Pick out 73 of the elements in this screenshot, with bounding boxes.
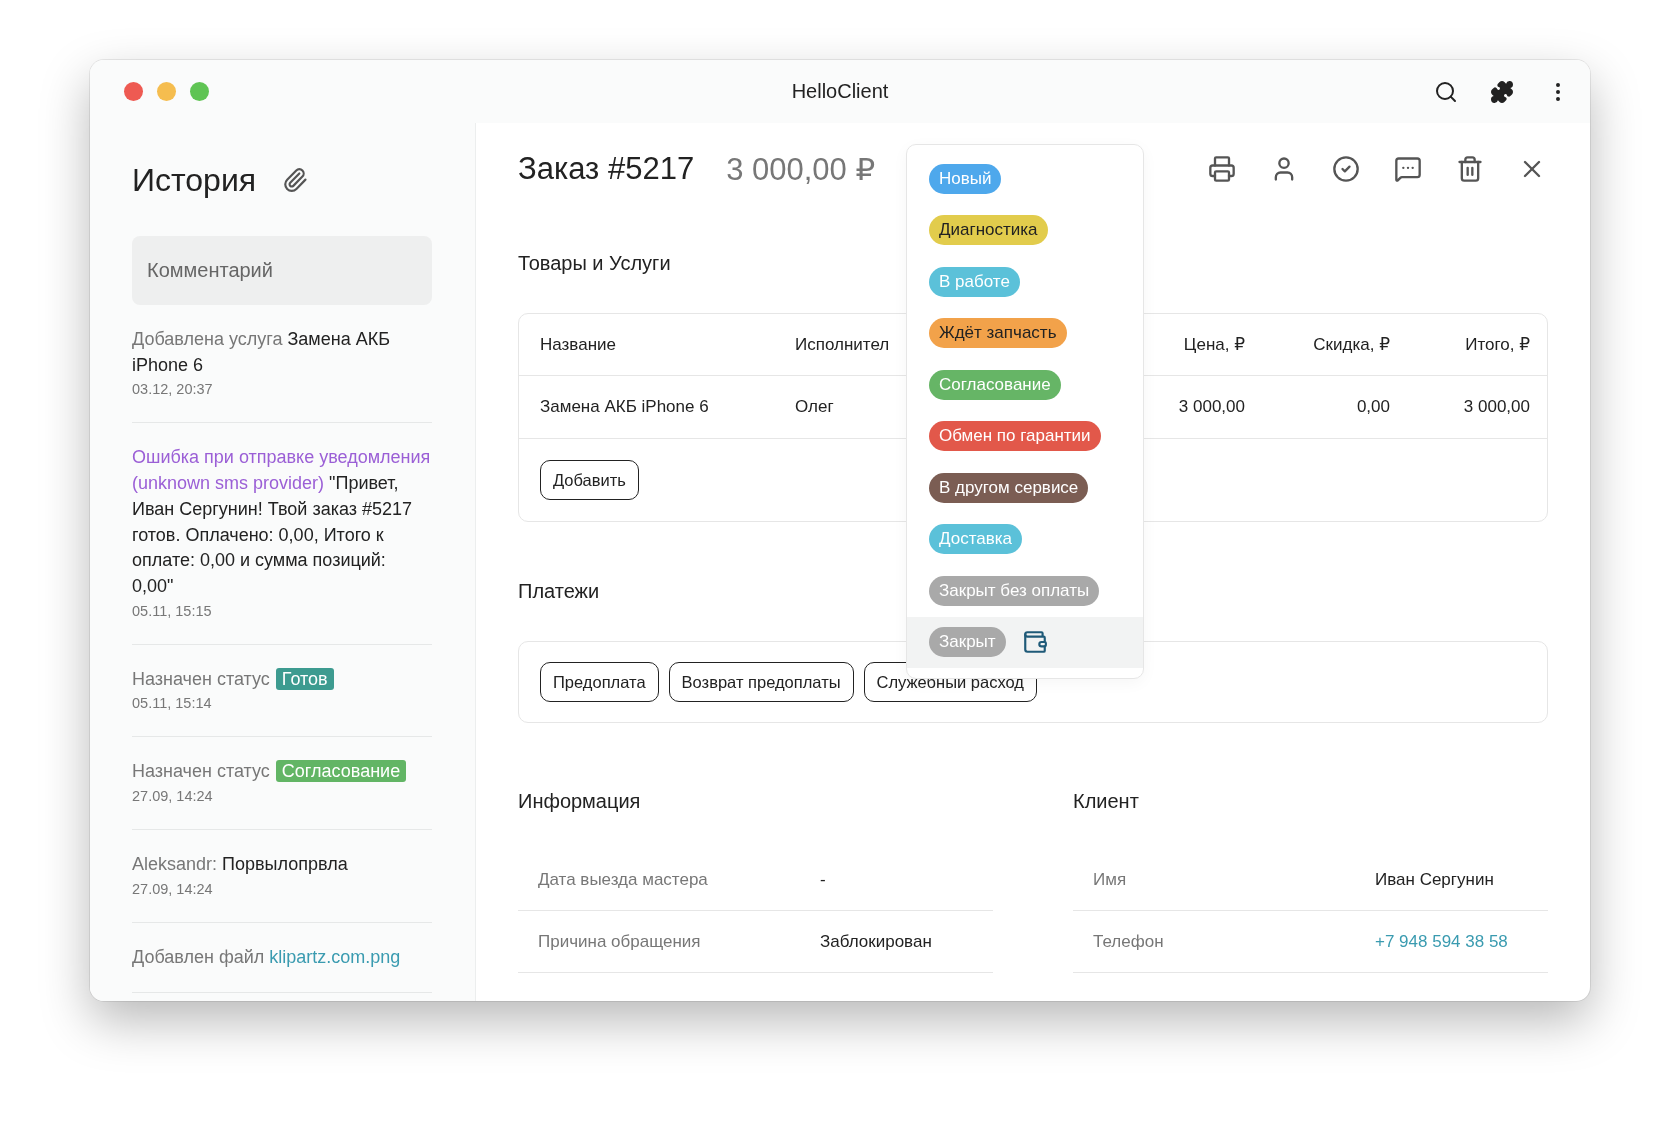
phone-link[interactable]: +7 948 594 38 58 (1375, 931, 1548, 952)
status-option[interactable]: В другом сервисе (907, 462, 1143, 514)
status-option[interactable]: Согласование (907, 359, 1143, 411)
table-cell-text: Замена АКБ iPhone 6 (540, 397, 710, 417)
field-value: Заблокирован (820, 931, 933, 952)
history-text: Назначен статус (132, 761, 270, 782)
field-value: Иван Сергунин (1375, 869, 1495, 890)
column-header: Скидка, ₽ (1312, 334, 1390, 355)
status-pill: Диагностика (929, 215, 1048, 246)
timestamp: 03.12, 20:37 (132, 380, 214, 400)
add-button[interactable]: Добавить (540, 460, 639, 500)
section-title: Товары и Услуги (518, 251, 671, 276)
history-text: Добавлен файл klipartz.com.png (132, 945, 402, 969)
search-icon[interactable] (1434, 79, 1458, 104)
error-message: Ошибка при отправке уведомления (unknown sms provider) "Привет, Иван Сергунин! Твой заказ #5217 готов. Оплачено: 0,00, Итого к оплате: 0,00 и сумма позиций: 0,00" (132, 446, 432, 598)
window-title: HelloClient (791, 80, 889, 103)
status-option[interactable]: Закрыт без оплаты (907, 565, 1143, 617)
status-option[interactable]: Обмен по гарантии (907, 410, 1143, 462)
paperclip-icon[interactable] (282, 167, 309, 193)
section-title: Клиент (1073, 789, 1139, 814)
column-header: Итого, ₽ (1464, 334, 1530, 355)
column-header: Название (540, 334, 617, 355)
history-text: Добавлена услуга Замена АКБ iPhone 6 (132, 328, 391, 377)
payment-button[interactable]: Возврат предоплаты (668, 662, 854, 702)
column-header: Цена, ₽ (1182, 334, 1245, 355)
column-header: Исполнител (795, 334, 891, 355)
status-pill: Закрыт без оплаты (929, 575, 1100, 606)
puzzle-icon[interactable] (1490, 79, 1514, 104)
section-title: Информация (518, 789, 641, 814)
status-badge: Согласование (275, 760, 407, 783)
status-pill: Обмен по гарантии (929, 421, 1101, 452)
table-cell-text: 3 000,00 (1462, 397, 1530, 417)
status-option[interactable]: Новый (907, 153, 1143, 205)
status-pill: Ждёт запчасть (929, 318, 1067, 349)
table-cell-text: 3 000,00 (1177, 397, 1245, 417)
timestamp: 05.11, 15:15 (132, 601, 213, 621)
timestamp: 27.09, 14:24 (132, 787, 214, 807)
order-title: Заказ #5217 (518, 151, 695, 187)
status-pill: Закрыт (929, 627, 1006, 658)
sidebar-title: История (132, 161, 257, 199)
status-option[interactable]: Диагностика (907, 204, 1143, 256)
comment-field[interactable]: Комментарий (132, 236, 432, 305)
comment-text: Aleksandr: Порвылопрвла (132, 853, 349, 877)
wallet-icon[interactable] (1021, 629, 1048, 656)
table-cell-text: Олег (795, 397, 835, 417)
field-label: Причина обращения (538, 931, 702, 952)
status-pill: Согласование (929, 369, 1061, 400)
payment-button[interactable]: Предоплата (540, 662, 659, 702)
status-option[interactable]: Доставка (907, 513, 1143, 565)
status-option[interactable]: Ждёт запчасть (907, 307, 1143, 359)
field-label: Дата выезда мастера (538, 869, 709, 890)
field-label: Имя (1093, 869, 1128, 890)
printer-icon[interactable] (1208, 155, 1236, 183)
status-badge: Готов (275, 667, 334, 690)
history-text: Назначен статус (132, 668, 270, 689)
status-pill: В работе (929, 266, 1020, 297)
status-option[interactable]: В работе (907, 256, 1143, 308)
trash-icon[interactable] (1456, 155, 1484, 183)
message-icon[interactable] (1394, 155, 1422, 183)
field-label: Телефон (1093, 931, 1165, 952)
check-circle-icon[interactable] (1332, 155, 1360, 183)
close-window-button[interactable] (124, 82, 143, 101)
timestamp: 05.11, 15:14 (132, 694, 213, 714)
order-amount: 3 000,00 ₽ (726, 150, 876, 188)
status-pill: В другом сервисе (929, 472, 1089, 503)
file-link[interactable]: klipartz.com.png (269, 946, 401, 967)
status-pill: Доставка (929, 524, 1022, 555)
field-value: - (820, 869, 827, 890)
status-pill: Новый (929, 163, 1002, 194)
timestamp: 27.09, 14:24 (132, 879, 214, 899)
status-option[interactable]: Закрыт (907, 616, 1143, 668)
table-cell-text: 0,00 (1355, 397, 1390, 417)
section-title: Платежи (518, 579, 600, 604)
